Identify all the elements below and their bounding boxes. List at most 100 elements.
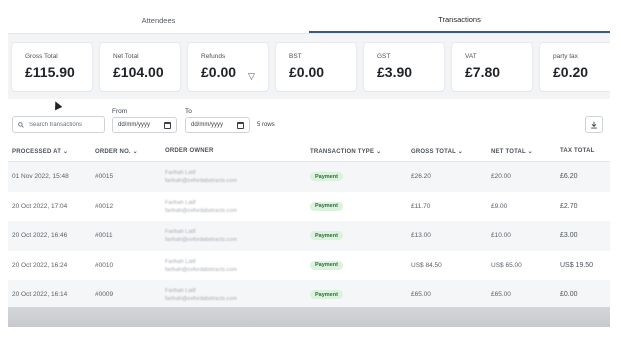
summary-card-party-tax: party tax £0.20 (539, 42, 610, 92)
summary-label: Refunds (201, 53, 226, 60)
search-input[interactable] (29, 121, 104, 128)
cell-order-owner: Farihah Latif farihah@oxfordabstracts.co… (165, 169, 237, 185)
summary-label: GST (377, 53, 391, 60)
tab-attendees[interactable]: Attendees (8, 8, 309, 33)
table-row[interactable]: 20 Oct 2022, 16:14 #0009 Farihah Latif f… (8, 280, 610, 310)
cell-net-total: £20.00 (491, 173, 511, 180)
cell-tax-total: £2.70 (560, 202, 578, 210)
cell-net-total: £65.00 (491, 291, 511, 298)
rows-count: 5 rows (257, 122, 275, 128)
cell-tax-total: £6.20 (560, 173, 578, 180)
table-row[interactable]: 01 Nov 2022, 15:48 #0015 Farihah Latif f… (8, 162, 610, 192)
summary-label: VAT (465, 53, 477, 60)
filter-icon[interactable]: ▽ (248, 71, 255, 82)
owner-email: farihah@oxfordabstracts.com (165, 207, 237, 214)
cell-tax-total: US$ 19.50 (560, 261, 594, 269)
cell-net-total: £9.00 (491, 202, 508, 210)
cell-order-owner: Farihah Latif farihah@oxfordabstracts.co… (165, 199, 237, 215)
owner-email: farihah@oxfordabstracts.com (165, 296, 237, 302)
to-date-value: dd/mm/yyyy (191, 122, 224, 128)
table-header: PROCESSED AT ⌄ ORDER NO. ⌄ ORDER OWNER T… (8, 140, 610, 162)
cell-tax-total: £0.00 (560, 291, 578, 298)
summary-label: Gross Total (25, 53, 58, 60)
header-transaction-type[interactable]: TRANSACTION TYPE ⌄ (310, 148, 381, 155)
status-badge: Payment (310, 260, 343, 270)
search-icon (18, 121, 24, 128)
cell-order-no: #0015 (95, 173, 114, 180)
owner-email: farihah@oxfordabstracts.com (165, 266, 237, 273)
cell-processed-at: 20 Oct 2022, 16:24 (12, 261, 68, 269)
cell-gross-total: £13.00 (411, 232, 431, 239)
status-badge: Payment (310, 172, 343, 181)
summary-card-vat: VAT £7.80 (451, 42, 533, 92)
transactions-table: PROCESSED AT ⌄ ORDER NO. ⌄ ORDER OWNER T… (8, 140, 610, 310)
cell-tax-total: £3.00 (560, 232, 578, 239)
header-gross-total[interactable]: GROSS TOTAL ⌄ (411, 148, 463, 155)
status-badge: Payment (310, 231, 343, 240)
cell-order-owner: Farihah Latif farihah@oxfordabstracts.co… (165, 258, 237, 274)
cell-order-no: #0010 (95, 261, 114, 269)
summary-value: £0.00 (289, 64, 325, 80)
from-date-value: dd/mm/yyyy (118, 122, 151, 128)
mouse-cursor-icon (51, 99, 63, 111)
summary-card-net-total: Net Total £104.00 (99, 42, 181, 92)
summary-value: £0.20 (553, 64, 589, 80)
search-box[interactable] (12, 116, 105, 133)
status-badge: Payment (310, 290, 343, 299)
summary-value: £7.80 (465, 64, 501, 80)
summary-card-bst: BST £0.00 (275, 42, 357, 92)
summary-value: £104.00 (113, 64, 164, 80)
horizontal-scrollbar[interactable] (8, 307, 610, 327)
owner-name: Farihah Latif (165, 288, 196, 294)
header-tax-total: TAX TOTAL (560, 148, 595, 154)
summary-card-refunds: Refunds £0.00 ▽ (187, 42, 269, 92)
cell-gross-total: £11.70 (411, 202, 431, 210)
owner-name: Farihah Latif (165, 258, 196, 265)
cell-processed-at: 20 Oct 2022, 17:04 (12, 202, 68, 210)
cell-net-total: US$ 65.00 (491, 261, 522, 269)
summary-card-gst: GST £3.90 (363, 42, 445, 92)
summary-band: Gross Total £115.90 Net Total £104.00 Re… (8, 34, 610, 99)
summary-card-gross-total: Gross Total £115.90 (11, 42, 93, 92)
owner-email: farihah@oxfordabstracts.com (165, 178, 237, 184)
owner-name: Farihah Latif (165, 170, 196, 176)
calendar-icon[interactable] (237, 121, 244, 129)
status-badge: Payment (310, 201, 343, 211)
cell-processed-at: 20 Oct 2022, 16:14 (12, 291, 68, 298)
summary-value: £115.90 (25, 64, 75, 80)
cell-gross-total: £26.20 (411, 173, 431, 180)
tab-bar: Attendees Transactions (8, 8, 610, 34)
summary-label: party tax (553, 53, 578, 60)
to-label: To (185, 108, 192, 115)
from-date-input[interactable]: dd/mm/yyyy (112, 117, 177, 133)
header-order-owner: ORDER OWNER (165, 148, 214, 154)
tab-transactions[interactable]: Transactions (309, 8, 610, 33)
download-button[interactable] (585, 116, 603, 133)
table-row[interactable]: 20 Oct 2022, 17:04 #0012 Farihah Latif f… (8, 192, 610, 222)
to-date-input[interactable]: dd/mm/yyyy (185, 117, 250, 133)
cell-order-no: #0012 (95, 202, 114, 210)
cell-order-no: #0009 (95, 291, 114, 298)
cell-gross-total: £65.00 (411, 291, 431, 298)
calendar-icon[interactable] (164, 121, 171, 129)
header-net-total[interactable]: NET TOTAL ⌄ (491, 148, 533, 155)
table-row[interactable]: 20 Oct 2022, 16:46 #0011 Farihah Latif f… (8, 221, 610, 251)
table-row[interactable]: 20 Oct 2022, 16:24 #0010 Farihah Latif f… (8, 251, 610, 281)
cell-processed-at: 20 Oct 2022, 16:46 (12, 232, 68, 239)
cell-net-total: £10.00 (491, 232, 511, 239)
cell-order-owner: Farihah Latif farihah@oxfordabstracts.co… (165, 228, 237, 244)
cell-gross-total: US$ 84.50 (411, 261, 442, 269)
header-processed-at[interactable]: PROCESSED AT ⌄ (12, 148, 68, 155)
owner-email: farihah@oxfordabstracts.com (165, 237, 237, 243)
summary-label: Net Total (113, 53, 139, 60)
download-icon (591, 121, 597, 128)
header-order-no[interactable]: ORDER NO. ⌄ (95, 148, 138, 155)
owner-name: Farihah Latif (165, 229, 196, 235)
summary-value: £0.00 (201, 64, 237, 80)
from-label: From (112, 108, 128, 115)
cell-order-owner: Farihah Latif farihah@oxfordabstracts.co… (165, 287, 237, 303)
summary-label: BST (289, 53, 302, 60)
owner-name: Farihah Latif (165, 199, 196, 206)
cell-processed-at: 01 Nov 2022, 15:48 (12, 173, 69, 180)
summary-value: £3.90 (377, 64, 413, 80)
